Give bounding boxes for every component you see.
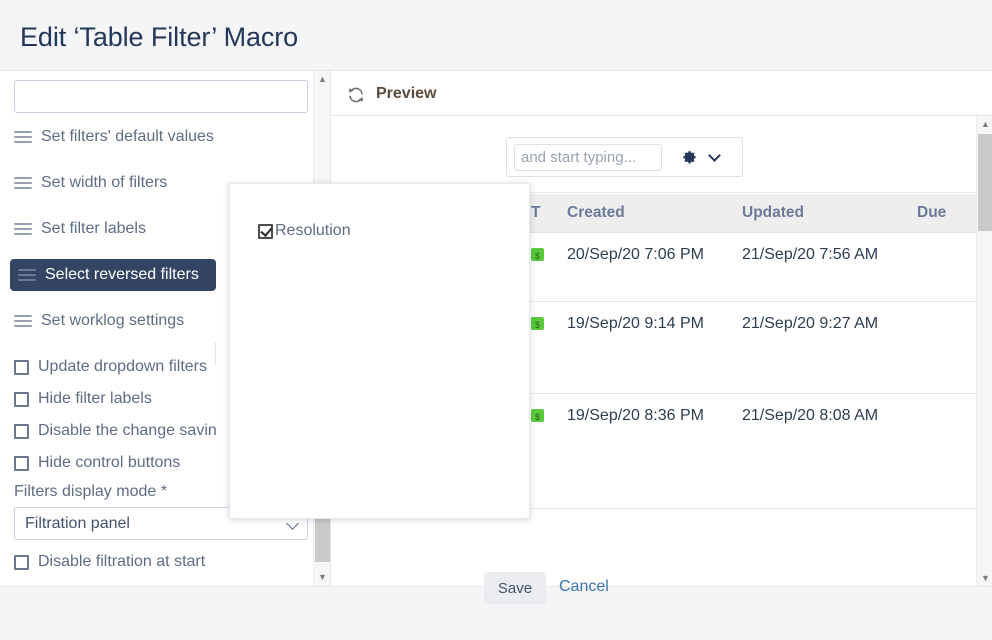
column-header-type[interactable]: T bbox=[531, 194, 567, 233]
scrollbar-thumb[interactable] bbox=[978, 134, 992, 231]
issue-created: 19/Sep/20 8:36 PM bbox=[567, 393, 742, 509]
popup-option-label: Resolution bbox=[275, 222, 351, 239]
reversed-filters-popup: Resolution Save Cancel bbox=[229, 183, 609, 604]
issue-updated: 21/Sep/20 7:56 AM bbox=[742, 232, 917, 302]
issue-created: 19/Sep/20 9:14 PM bbox=[567, 301, 742, 394]
preview-label: Preview bbox=[376, 85, 437, 102]
selection-pointer bbox=[216, 343, 225, 365]
option-label: Hide filter labels bbox=[38, 390, 152, 407]
option-label: Set filters' default values bbox=[41, 128, 214, 145]
scroll-up-icon[interactable]: ▲ bbox=[314, 71, 330, 88]
issue-due bbox=[917, 301, 977, 394]
option-label: Set worklog settings bbox=[41, 312, 185, 329]
scroll-down-icon[interactable]: ▼ bbox=[314, 569, 330, 586]
popup-option-resolution[interactable]: Resolution bbox=[258, 222, 351, 240]
issue-updated: 21/Sep/20 9:27 AM bbox=[742, 301, 917, 394]
option-label: Set filter labels bbox=[41, 220, 146, 237]
checkbox-checked-icon[interactable] bbox=[258, 223, 273, 239]
issue-created: 20/Sep/20 7:06 PM bbox=[567, 232, 742, 302]
option-label: Select reversed filters bbox=[45, 266, 199, 283]
scroll-down-icon[interactable]: ▼ bbox=[977, 570, 992, 586]
macro-edit-dialog: Edit ‘Table Filter’ Macro Set filters' d… bbox=[0, 0, 992, 640]
preview-header: Preview bbox=[331, 71, 992, 115]
money-priority-icon bbox=[531, 406, 544, 429]
checkbox-icon[interactable] bbox=[14, 359, 29, 375]
column-header-created[interactable]: Created bbox=[567, 194, 742, 233]
option-label: Hide control buttons bbox=[38, 454, 181, 471]
drag-handle-icon[interactable] bbox=[14, 177, 32, 189]
drag-handle-icon[interactable] bbox=[14, 223, 32, 235]
sync-icon[interactable] bbox=[347, 86, 365, 104]
money-priority-icon bbox=[531, 314, 544, 337]
popup-cancel-link[interactable]: Cancel bbox=[559, 578, 609, 596]
dialog-body: Set filters' default values Set width of… bbox=[0, 71, 992, 604]
preview-scrollbar[interactable]: ▲ ▼ bbox=[976, 116, 992, 586]
column-header-due[interactable]: Due bbox=[917, 194, 977, 233]
checkbox-icon[interactable] bbox=[14, 554, 29, 570]
option-label: Update dropdown filters bbox=[38, 358, 207, 375]
popup-save-button[interactable]: Save bbox=[484, 572, 546, 604]
option-label: Disable filtration at start bbox=[38, 553, 206, 570]
gear-icon[interactable] bbox=[679, 148, 698, 167]
option-label: Set width of filters bbox=[41, 174, 168, 191]
checkbox-icon[interactable] bbox=[14, 423, 29, 439]
option-set-filters-default-values[interactable]: Set filters' default values bbox=[0, 121, 312, 153]
dialog-header: Edit ‘Table Filter’ Macro bbox=[0, 0, 992, 71]
option-disable-filtration-at-start[interactable]: Disable filtration at start bbox=[0, 546, 312, 578]
issue-due bbox=[917, 232, 977, 302]
issue-due bbox=[917, 393, 977, 509]
checkbox-icon[interactable] bbox=[14, 391, 29, 407]
option-select-reversed-filters[interactable]: Select reversed filters bbox=[10, 259, 216, 291]
top-text-field[interactable] bbox=[14, 80, 308, 113]
search-input[interactable]: and start typing... bbox=[514, 144, 662, 171]
column-header-updated[interactable]: Updated bbox=[742, 194, 917, 233]
filtration-panel: and start typing... bbox=[331, 116, 976, 193]
scroll-up-icon[interactable]: ▲ bbox=[977, 116, 992, 133]
filter-control-group: and start typing... bbox=[506, 137, 743, 177]
drag-handle-icon[interactable] bbox=[14, 131, 32, 143]
checkbox-icon[interactable] bbox=[14, 455, 29, 471]
option-label: Disable the change savin bbox=[38, 422, 217, 439]
drag-handle-icon[interactable] bbox=[18, 269, 36, 281]
chevron-down-icon[interactable] bbox=[708, 149, 721, 162]
page-title: Edit ‘Table Filter’ Macro bbox=[20, 22, 299, 52]
drag-handle-icon[interactable] bbox=[14, 315, 32, 327]
issue-updated: 21/Sep/20 8:08 AM bbox=[742, 393, 917, 509]
money-priority-icon bbox=[531, 245, 544, 268]
